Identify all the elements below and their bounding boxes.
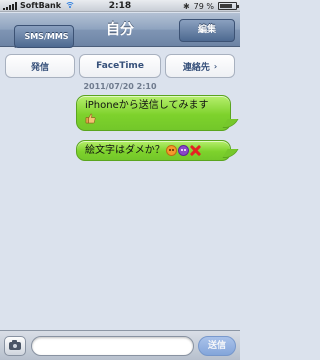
message-timestamp: 2011/07/20 2:10 — [83, 82, 157, 91]
status-bar: SoftBank 2:18 ✱ 79 % — [0, 0, 240, 12]
camera-button[interactable] — [4, 336, 26, 356]
camera-icon — [9, 340, 21, 350]
chevron-right-icon: › — [213, 61, 218, 71]
battery-icon — [218, 2, 239, 10]
send-button[interactable]: 送信 — [198, 336, 236, 356]
message-input[interactable] — [31, 336, 194, 356]
cross-mark-icon — [190, 145, 201, 156]
bluetooth-icon: ✱ — [182, 1, 190, 11]
edit-button[interactable]: 編集 — [179, 19, 235, 42]
battery-percentage: 79 % — [193, 1, 214, 11]
message-text: 絵文字はダメか？ — [85, 145, 165, 156]
message-bubble[interactable]: 絵文字はダメか？ — [76, 140, 231, 161]
navigation-bar: 自分 SMS/MMS 編集 — [0, 13, 240, 48]
facetime-button[interactable]: FaceTime — [79, 54, 161, 78]
compose-bar: 送信 — [0, 330, 240, 360]
call-button[interactable]: 発信 — [5, 54, 75, 78]
thumbs-up-icon — [85, 113, 96, 123]
message-text: iPhoneから送信してみます — [85, 100, 209, 111]
contact-actions: 発信 FaceTime 連絡先 › — [5, 54, 235, 78]
contact-info-label: 連絡先 — [182, 62, 210, 73]
angry-face-icon — [165, 144, 177, 156]
devil-face-icon — [177, 144, 189, 156]
message-bubble[interactable]: iPhoneから送信してみます — [76, 95, 231, 131]
contact-info-button[interactable]: 連絡先 › — [165, 54, 235, 78]
back-button[interactable]: SMS/MMS — [14, 25, 74, 48]
